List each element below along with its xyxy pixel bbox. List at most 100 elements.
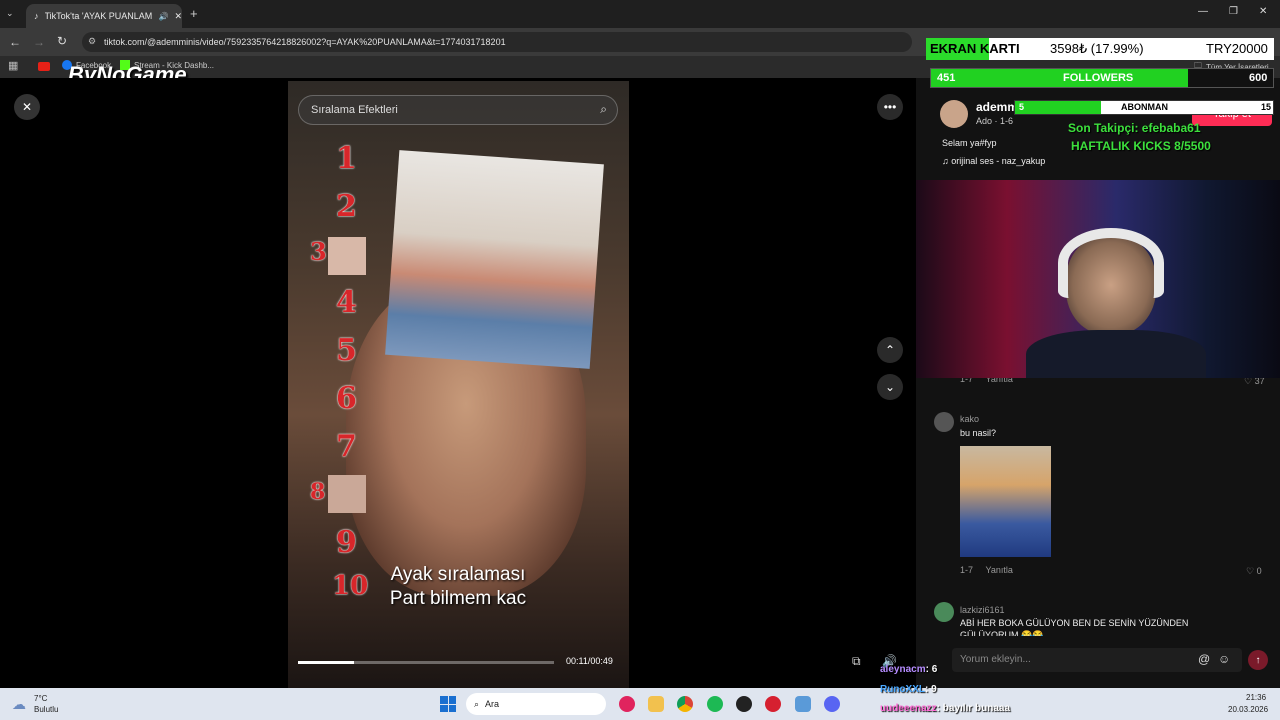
app-icon-blue[interactable]: [795, 696, 811, 712]
followers-fill: [931, 69, 1188, 87]
subscriber-label: ABONMAN: [1121, 102, 1168, 112]
media-app-icon[interactable]: [619, 696, 635, 712]
site-info-icon[interactable]: ⚙: [88, 36, 96, 47]
browser-tab[interactable]: ♪ TikTok'ta 'AYAK PUANLAMA... 🔊 ✕: [26, 4, 182, 28]
comment-3-avatar[interactable]: [934, 602, 954, 622]
rank-8-thumbnail: [328, 475, 366, 513]
video-player[interactable]: Sıralama Efektleri ⌕ 1 2 3 4 5 6 7 8 9 1…: [288, 81, 629, 688]
previous-video-button[interactable]: ⌃: [877, 337, 903, 363]
goal-target: TRY20000: [1206, 41, 1268, 56]
feet-image-overlay: [385, 150, 604, 369]
mention-icon[interactable]: @: [1198, 652, 1210, 666]
comment-2-user[interactable]: kako: [960, 414, 979, 424]
emoji-icon[interactable]: ☺: [1218, 652, 1230, 666]
comment-2-avatar[interactable]: [934, 412, 954, 432]
effect-search-bar[interactable]: Sıralama Efektleri ⌕: [298, 95, 618, 125]
video-time: 00:11/00:49: [566, 656, 613, 666]
post-description: Selam ya#fyp: [942, 138, 997, 148]
comment-2-image[interactable]: [960, 446, 1051, 557]
goal-progress: 3598₺ (17.99%): [1050, 41, 1144, 56]
details-panel: ademm Ado · 1-6 Takip et Selam ya#fyp ♫ …: [916, 78, 1280, 688]
clock-date: 20.03.2026: [1228, 705, 1269, 714]
weekly-kicks: HAFTALIK KICKS 8/5500: [1071, 139, 1211, 153]
subscriber-target: 15: [1261, 102, 1272, 112]
rank-3-thumbnail: [328, 237, 366, 275]
video-caption: Ayak sıralaması Part bilmem kac: [328, 563, 588, 611]
chat-message-1: aleynacm: 6: [880, 664, 937, 675]
reload-icon[interactable]: ↻: [57, 34, 67, 48]
clock-time[interactable]: 21:36: [1246, 693, 1266, 702]
chat-text: : 9: [925, 684, 937, 695]
subscriber-goal-bar: 5 ABONMAN 15: [1014, 100, 1274, 115]
comment-2-likes[interactable]: ♡ 0: [1246, 566, 1262, 577]
forward-icon[interactable]: →: [33, 35, 45, 49]
rank-2: 2: [336, 189, 357, 224]
back-icon[interactable]: ←: [9, 35, 21, 49]
rank-6: 6: [336, 381, 357, 416]
tab-list-icon[interactable]: ⌄: [6, 8, 14, 19]
rank-3: 3: [310, 237, 327, 266]
next-video-button[interactable]: ⌄: [877, 374, 903, 400]
caption-line-1: Ayak sıralaması: [390, 564, 526, 585]
author-username[interactable]: ademm: [976, 100, 1018, 114]
reply-button[interactable]: Yanıtla: [986, 565, 1013, 575]
close-video-button[interactable]: ✕: [14, 94, 40, 120]
obs-icon[interactable]: [736, 696, 752, 712]
discord-icon[interactable]: [824, 696, 840, 712]
search-icon[interactable]: ⌕: [600, 102, 607, 117]
comment-3-text-2: GÜLÜYORUM 😂😂: [960, 630, 1044, 636]
app-icon-red[interactable]: [765, 696, 781, 712]
taskbar-search[interactable]: ⌕ Ara: [466, 693, 606, 715]
more-options-button[interactable]: •••: [877, 94, 903, 120]
file-explorer-icon[interactable]: [648, 696, 664, 712]
rank-9: 9: [336, 525, 357, 560]
goal-label: EKRAN KARTI: [930, 41, 1020, 56]
tab-title: TikTok'ta 'AYAK PUANLAMA...: [44, 11, 153, 21]
video-progress-fill: [298, 661, 355, 664]
chat-message-3: uudeeenazz: bayılır bunaaa: [880, 703, 1010, 714]
comment-2-text: bu nasil?: [960, 428, 997, 438]
send-button[interactable]: ↑: [1248, 650, 1268, 670]
maximize-button[interactable]: ❐: [1229, 6, 1238, 17]
weather-temp[interactable]: 7°C: [34, 694, 47, 703]
webcam-shirt: [1026, 330, 1206, 378]
url-text: tiktok.com/@ademminis/video/759233576421…: [104, 37, 506, 47]
url-field[interactable]: ⚙ tiktok.com/@ademminis/video/7592335764…: [82, 32, 912, 52]
rank-8: 8: [310, 479, 326, 505]
youtube-icon[interactable]: [38, 62, 50, 71]
last-follower: Son Takipçi: efebaba61: [1068, 121, 1201, 135]
spotify-icon[interactable]: [707, 696, 723, 712]
chat-text: : 6: [925, 664, 938, 675]
browser-title-bar: ⌄ ♪ TikTok'ta 'AYAK PUANLAMA... 🔊 ✕ + — …: [0, 0, 1280, 28]
weather-desc: Bulutlu: [34, 705, 59, 714]
tab-close-icon[interactable]: ✕: [174, 11, 182, 22]
effect-search-text: Sıralama Efektleri: [311, 104, 398, 116]
apps-icon[interactable]: ▦: [8, 59, 18, 72]
chat-text: : bayılır bunaaa: [936, 703, 1011, 714]
followers-goal-bar: 451 FOLLOWERS 600: [930, 68, 1274, 88]
comment-3-user[interactable]: lazkizi6161: [960, 605, 1005, 615]
author-meta: Ado · 1-6: [976, 116, 1014, 126]
speaker-icon[interactable]: 🔊: [158, 12, 168, 21]
followers-label: FOLLOWERS: [1063, 72, 1134, 84]
author-avatar[interactable]: [940, 100, 968, 128]
minimize-button[interactable]: —: [1198, 6, 1208, 17]
video-progress-bar[interactable]: [298, 661, 554, 664]
chat-user: RunoXXL: [880, 684, 925, 695]
streamer-webcam: [916, 180, 1280, 378]
rank-4: 4: [336, 285, 357, 320]
donation-goal-bar: EKRAN KARTI 3598₺ (17.99%) TRY20000: [926, 38, 1274, 60]
search-icon: ⌕: [474, 698, 480, 709]
chrome-icon[interactable]: [677, 696, 693, 712]
close-window-button[interactable]: ✕: [1259, 6, 1267, 17]
rank-7: 7: [336, 429, 357, 464]
followers-current: 451: [937, 72, 956, 84]
miniplayer-icon[interactable]: ⧉: [852, 654, 861, 669]
chat-user: uudeeenazz: [880, 703, 937, 714]
windows-start-icon[interactable]: [440, 696, 456, 712]
comment-3-text: ABİ HER BOKA GÜLÜYON BEN DE SENİN YÜZÜND…: [960, 618, 1189, 628]
post-sound[interactable]: ♫ orijinal ses - naz_yakup: [942, 156, 1045, 166]
new-tab-button[interactable]: +: [190, 6, 198, 21]
music-note-icon: ♫: [942, 156, 949, 166]
chat-user: aleynacm: [880, 664, 926, 675]
